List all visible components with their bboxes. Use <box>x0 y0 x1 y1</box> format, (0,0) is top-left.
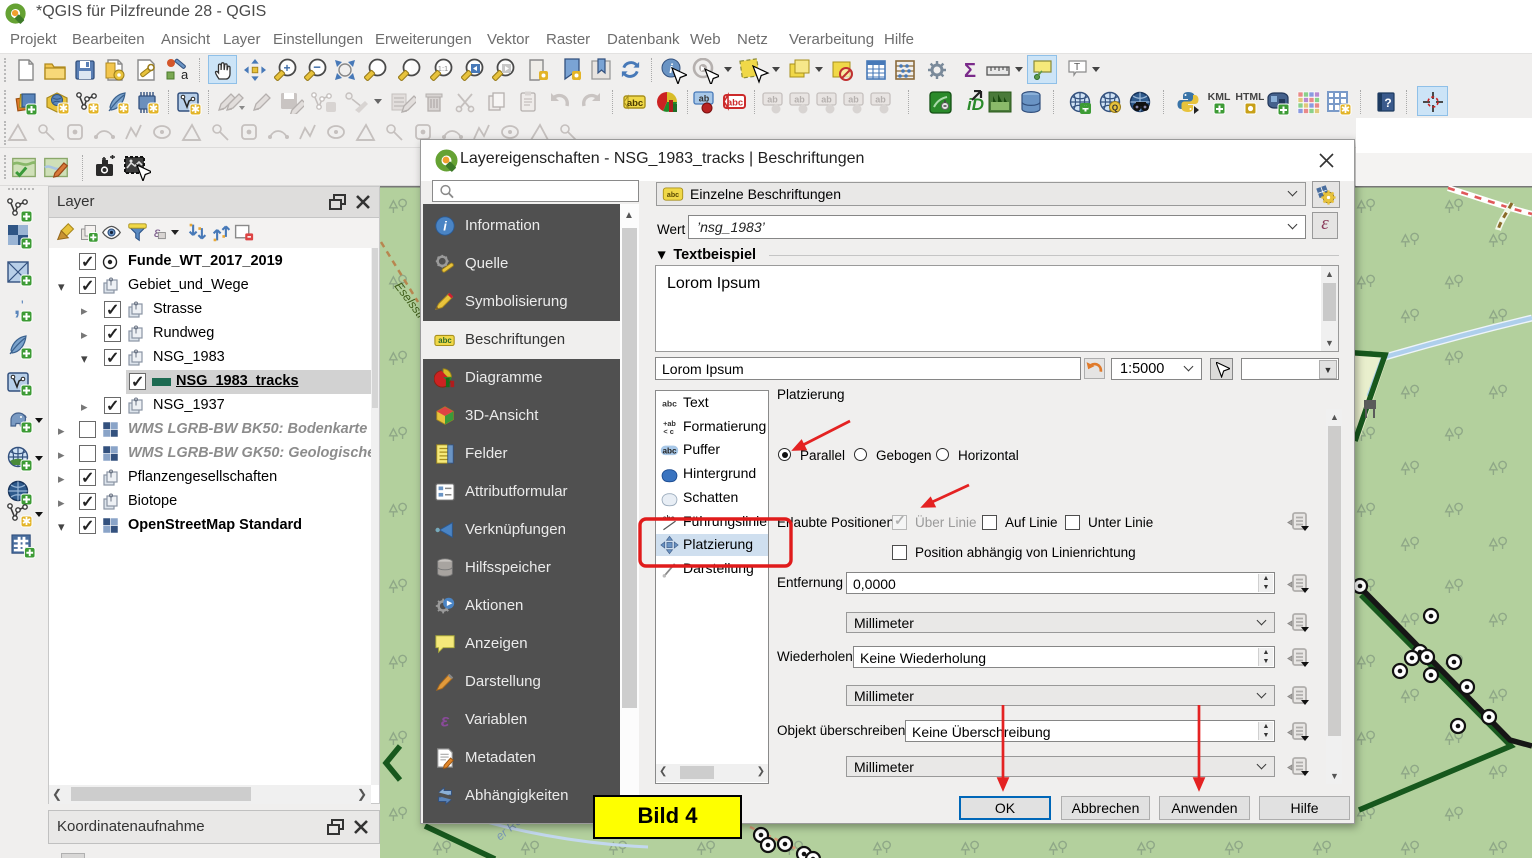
svg-text:< c: < c <box>663 427 673 436</box>
svg-text:abc: abc <box>662 447 677 456</box>
svg-text:ab: ab <box>875 95 886 105</box>
svg-text:KML: KML <box>1208 91 1231 103</box>
svg-text:ab: ab <box>821 95 832 105</box>
svg-text:,: , <box>14 296 20 319</box>
svg-text:ab: ab <box>794 95 805 105</box>
svg-text:abc: abc <box>438 336 452 345</box>
svg-text:T: T <box>1074 62 1080 73</box>
svg-text:ab: ab <box>848 95 859 105</box>
svg-text:ab: ab <box>699 94 710 104</box>
svg-text:1:1: 1:1 <box>438 64 448 73</box>
svg-text:+: + <box>283 61 290 75</box>
svg-text:ab: ab <box>767 95 778 105</box>
svg-text:abc: abc <box>663 515 675 522</box>
svg-text:Q: Q <box>1112 104 1118 113</box>
svg-text:ε: ε <box>441 710 450 730</box>
svg-text:abc: abc <box>627 98 643 109</box>
svg-text:abc: abc <box>667 192 679 199</box>
svg-text:HTML: HTML <box>1236 91 1264 103</box>
svg-text:abc: abc <box>727 98 743 109</box>
svg-text:−: − <box>313 60 321 75</box>
svg-text:abc: abc <box>662 398 677 408</box>
svg-text:i: i <box>443 219 447 234</box>
